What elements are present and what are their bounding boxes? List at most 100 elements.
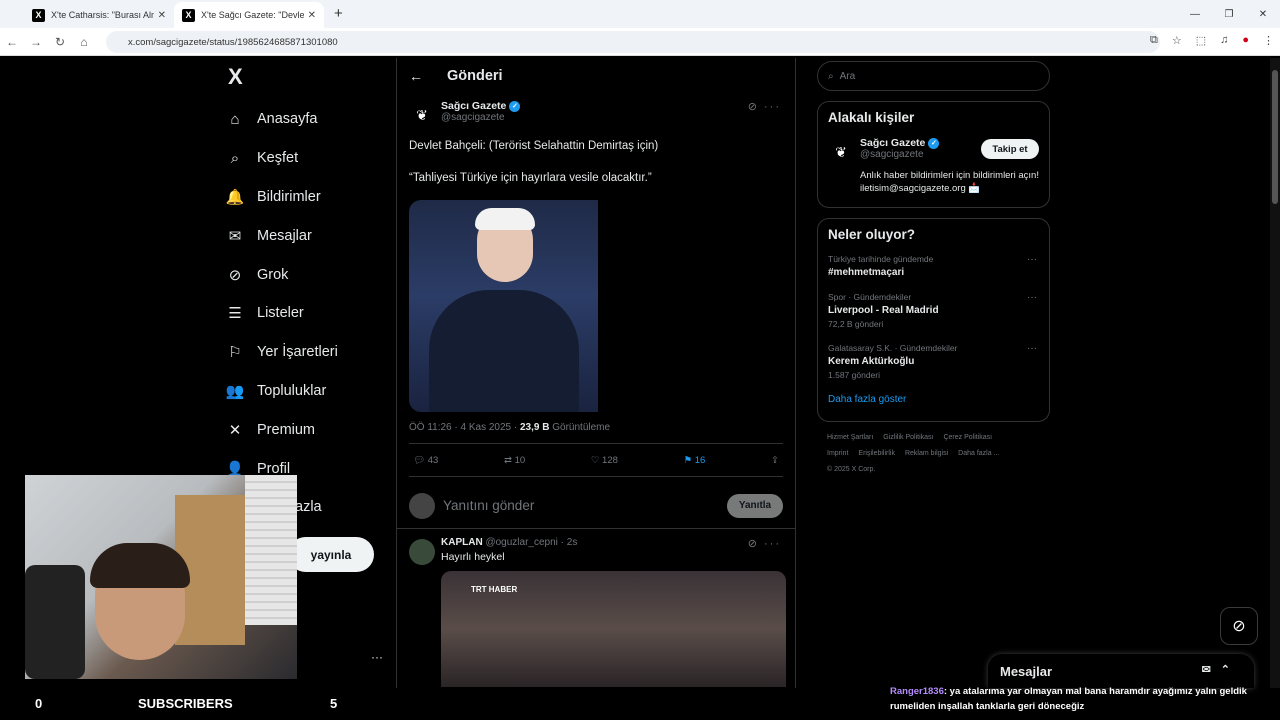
sidebar-item-7[interactable]: 👥 Topluluklar [225, 372, 395, 411]
repost-icon: ⇄ [503, 454, 515, 466]
grok-more-icons[interactable]: ⊘ ··· [748, 100, 781, 113]
more-dots-icon[interactable]: ··· [1027, 343, 1037, 354]
suit-shape [429, 290, 579, 412]
grok-icon: ⊘ [228, 266, 242, 284]
comment-author[interactable]: KAPLAN @oguzlar_cepni · 2s [441, 537, 783, 548]
more-dots-icon[interactable]: ··· [1027, 254, 1037, 265]
subscriber-bar: 0 SUBSCRIBERS 5 [0, 686, 400, 720]
tweet-line-1: Devlet Bahçeli: (Terörist Selahattin Dem… [409, 140, 659, 152]
back-icon[interactable]: ← [0, 35, 24, 49]
avatar[interactable]: ❦ [828, 139, 854, 165]
sidebar-item-3[interactable]: ✉ Mesajlar [225, 216, 395, 255]
browser-tab-active[interactable]: X X'te Sağcı Gazete: "Devlet Bahç ✕ [174, 2, 324, 28]
browser-tab[interactable]: X X'te Catharsis: "Burası Almanya ✕ [24, 2, 174, 28]
forward-icon[interactable]: → [24, 35, 48, 49]
extensions-icon[interactable]: ⬚ [1196, 34, 1206, 47]
sidebar-item-5[interactable]: ☰ Listeler [225, 294, 395, 333]
trend-item[interactable]: Türkiye tarihinde gündemde #mehmetmaçari ·… [828, 254, 1039, 278]
person-name-text: Sağcı Gazete [860, 137, 926, 149]
close-icon[interactable]: ✕ [308, 10, 316, 21]
sidebar-item-2[interactable]: 🔔 Bildirimler [225, 178, 395, 217]
footer-link[interactable]: Erişilebilirlik [858, 450, 895, 457]
trend-item[interactable]: Galatasaray S.K. · Gündemdekiler Kerem Ak… [828, 343, 1039, 380]
post-button[interactable]: yayınla [288, 537, 374, 572]
trend-name: #mehmetmaçari [828, 267, 905, 278]
follow-button[interactable]: Takip et [981, 139, 1039, 159]
media-photo-left[interactable] [409, 200, 598, 412]
messages-drawer[interactable]: Mesajlar ✉︎⌃ [988, 654, 1254, 688]
sidebar-item-4[interactable]: ⊘ Grok [225, 255, 395, 294]
reply-input[interactable]: Yanıtını gönder [443, 498, 727, 513]
tweet-media[interactable] [409, 200, 786, 412]
comment-media[interactable]: TRT HABER [441, 571, 786, 687]
sidebar-item-6[interactable]: ⚐ Yer İşaretleri [225, 333, 395, 372]
repost-count: 10 [514, 454, 526, 466]
chat-text: : ya atalarıma yar olmayan mal bana hara… [890, 686, 1247, 712]
bookmark-icon: ⚑ [683, 454, 695, 466]
star-icon[interactable]: ☆ [1172, 34, 1182, 47]
trends-title: Neler oluyor? [828, 227, 916, 242]
media-caption: TRT HABER [471, 585, 518, 594]
new-tab-icon[interactable]: + [334, 5, 343, 22]
scrollbar-thumb[interactable] [1272, 70, 1278, 204]
more-dots-icon[interactable]: ··· [371, 650, 383, 664]
footer-link[interactable]: Imprint [827, 450, 848, 457]
sidebar-item-label: Keşfet [257, 150, 299, 167]
back-arrow-icon[interactable]: ← [409, 68, 423, 84]
profile-icon[interactable]: ● [1242, 34, 1249, 47]
sidebar-item-label: Grok [257, 266, 289, 283]
reload-icon[interactable]: ↻ [48, 35, 72, 49]
reply-icon: 💬︎ [413, 454, 428, 466]
repost-action[interactable]: ⇄ 10 [504, 455, 525, 466]
author-handle[interactable]: @sagcigazete [441, 112, 520, 123]
close-icon[interactable]: ✕ [158, 10, 166, 21]
minimize-icon[interactable]: — [1178, 0, 1212, 28]
related-person[interactable]: ❦ Sağcı Gazete ✓ @sagcigazete Takip et [828, 137, 1039, 165]
verified-icon: ✓ [509, 100, 521, 112]
bookmark-action[interactable]: ⚑ 16 [684, 455, 706, 466]
tweet-actions: 💬︎ 43 ⇄ 10 ♡ 128 ⚑ 16 ⇪ [409, 443, 783, 477]
mail-icon: ✉ [228, 227, 242, 245]
scrollbar[interactable] [1270, 58, 1280, 688]
footer-link[interactable]: Hizmet Şartları [827, 434, 873, 441]
grok-icon[interactable]: ⊘ [1220, 607, 1258, 645]
avatar[interactable] [409, 539, 435, 565]
sidebar-item-8[interactable]: ✕ Premium [225, 410, 395, 449]
grok-more-icons[interactable]: ⊘ ··· [748, 537, 781, 550]
sidebar-item-0[interactable]: ⌂ Anasayfa [225, 100, 395, 139]
post-header: ← Gönderi [397, 58, 795, 94]
avatar[interactable]: ❦ [409, 102, 435, 128]
trend-item[interactable]: Spor · Gündemdekiler Liverpool - Real Mad… [828, 292, 1039, 329]
media-icon[interactable]: ♫ [1220, 34, 1228, 47]
trend-posts: 1.587 gönderi [828, 370, 880, 380]
cast-icon[interactable]: ⧉ [1150, 34, 1158, 47]
trends-card: Neler oluyor? Türkiye tarihinde gündemde… [817, 218, 1050, 422]
footer-link[interactable]: Daha fazla ... [958, 450, 999, 457]
compose-collapse-icons[interactable]: ✉︎⌃ [1202, 663, 1240, 676]
x-logo-icon[interactable]: X [228, 64, 395, 90]
home-browser-icon[interactable]: ⌂ [72, 35, 96, 49]
more-dots-icon[interactable]: ··· [1027, 292, 1037, 303]
author-name[interactable]: Sağcı Gazete ✓ [441, 100, 521, 112]
close-window-icon[interactable]: ✕ [1246, 0, 1280, 28]
x-logo-icon: X [32, 8, 45, 22]
right-panel: ⌕ Ara Alakalı kişiler ❦ Sağcı Gazete ✓ @s… [817, 58, 1050, 486]
tweet-time[interactable]: ÖÖ 11:26 · 4 Kas 2025 · [409, 422, 520, 433]
people-icon: 👥 [225, 382, 245, 400]
footer-link[interactable]: Reklam bilgisi [905, 450, 948, 457]
share-icon[interactable]: ⇪ [771, 455, 779, 466]
address-bar: ← → ↻ ⌂ x.com/sagcigazete/status/1985624… [0, 28, 1280, 56]
search-input[interactable]: ⌕ Ara [817, 61, 1050, 91]
footer-link[interactable]: Çerez Politikası [943, 434, 992, 441]
person-name[interactable]: Sağcı Gazete ✓ [860, 137, 940, 149]
comment-item[interactable]: KAPLAN @oguzlar_cepni · 2s ⊘ ··· Hayırlı… [397, 529, 795, 695]
maximize-icon[interactable]: ❐ [1212, 0, 1246, 28]
show-more-link[interactable]: Daha fazla göster [828, 394, 1039, 405]
url-field[interactable]: x.com/sagcigazete/status/198562468587130… [106, 31, 1160, 53]
menu-icon[interactable]: ⋮ [1263, 34, 1274, 47]
footer-link[interactable]: Gizlilik Politikası [883, 434, 933, 441]
reply-action[interactable]: 💬︎ 43 [413, 455, 438, 466]
like-action[interactable]: ♡ 128 [591, 455, 618, 466]
sidebar-item-1[interactable]: ⌕ Keşfet [225, 139, 395, 178]
reply-button[interactable]: Yanıtla [727, 493, 783, 518]
